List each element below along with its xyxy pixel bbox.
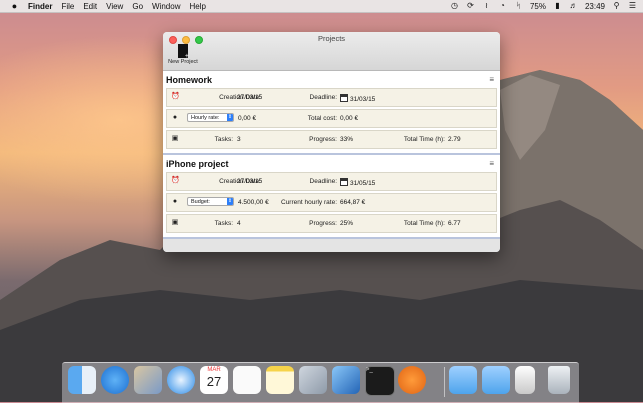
battery-icon[interactable]: ▮: [553, 2, 562, 10]
total-time-label: Total Time (h):: [403, 220, 445, 227]
calendar-icon[interactable]: [340, 178, 348, 186]
calendar-day: 27: [206, 374, 222, 389]
projects-list: Homework ≡ ⏰ Creation Date: 27/03/15 Dea…: [163, 71, 500, 252]
total-cost-label: Total cost:: [307, 115, 337, 122]
tasks-value: 4: [237, 220, 241, 227]
folder-icon[interactable]: [449, 366, 477, 394]
tasks-value: 3: [237, 136, 241, 143]
total-cost-value: 0,00 €: [340, 115, 359, 122]
sync-icon[interactable]: ⟳: [466, 2, 475, 10]
tasks-label: Tasks:: [214, 136, 233, 143]
apple-menu-icon[interactable]: ●: [10, 1, 19, 11]
projects-window: Projects + New Project Homework ≡ ⏰ Crea…: [163, 32, 500, 252]
trash-icon[interactable]: [548, 366, 570, 394]
safari-icon[interactable]: [167, 366, 195, 394]
calendar-icon[interactable]: MAR 27: [200, 366, 228, 394]
menu-bar: ● Finder File Edit View Go Window Help ◷…: [0, 0, 643, 13]
rate-value[interactable]: 4.500,00 €: [238, 199, 269, 206]
total-time-label: Total Time (h):: [403, 136, 445, 143]
menu-edit[interactable]: Edit: [83, 2, 97, 11]
project-card: iPhone project ≡ ⏰ Creation Date: 27/03/…: [163, 155, 500, 239]
creation-date-value: 27/03/15: [237, 178, 263, 185]
progress-value: 33%: [340, 136, 354, 143]
total-time-value: 6.77: [448, 220, 461, 227]
rate-type-select[interactable]: Hourly rate: ⇕: [187, 113, 234, 122]
money-row: ● Budget: ⇕ 4.500,00 € Current hourly ra…: [166, 193, 497, 212]
terminal-icon[interactable]: >_: [365, 366, 395, 396]
menu-app-name[interactable]: Finder: [28, 2, 52, 11]
deadline-label: Deadline:: [309, 94, 337, 101]
project-menu-icon[interactable]: ≡: [489, 75, 494, 84]
rate-type-value: Hourly rate:: [191, 115, 220, 121]
progress-label: Progress:: [309, 136, 337, 143]
tasks-icon: ▣: [171, 135, 179, 142]
stats-row: ▣ Tasks: 3 Progress: 33% Total Time (h):…: [166, 130, 497, 149]
project-card: Homework ≡ ⏰ Creation Date: 27/03/15 Dea…: [163, 71, 500, 155]
deadline-label: Deadline:: [309, 178, 337, 185]
tasks-label: Tasks:: [214, 220, 233, 227]
deadline-value: 31/05/15: [350, 180, 376, 187]
clock-time[interactable]: 23:49: [585, 2, 605, 11]
ibooks-icon[interactable]: [398, 366, 426, 394]
new-project-label: New Project: [168, 59, 198, 65]
bluetooth-icon[interactable]: ᛋ: [514, 2, 523, 10]
list-icon[interactable]: ☰: [628, 2, 637, 10]
chevron-updown-icon: ⇕: [227, 198, 233, 205]
menu-window[interactable]: Window: [152, 2, 180, 11]
alarm-clock-icon: ⏰: [171, 177, 180, 184]
money-icon: ●: [172, 114, 178, 121]
xcode-icon[interactable]: [332, 366, 360, 394]
dates-row: ⏰ Creation Date: 27/03/15 Deadline: 31/0…: [166, 172, 497, 191]
app-store-icon[interactable]: [101, 366, 129, 394]
battery-percent[interactable]: 75%: [530, 2, 546, 11]
alarm-clock-icon: ⏰: [171, 93, 180, 100]
preview-icon[interactable]: [134, 366, 162, 394]
dock-separator: [444, 367, 445, 397]
money-icon: ●: [172, 198, 178, 205]
time-machine-icon[interactable]: ◔: [498, 2, 507, 10]
window-title: Projects: [317, 34, 346, 43]
creation-date-value: 27/03/15: [237, 94, 263, 101]
rate-type-value: Budget:: [191, 199, 210, 205]
progress-value: 25%: [340, 220, 354, 227]
downloads-folder-icon[interactable]: [482, 366, 510, 394]
finder-icon[interactable]: [68, 366, 96, 394]
calendar-icon[interactable]: [340, 94, 348, 102]
project-menu-icon[interactable]: ≡: [489, 159, 494, 168]
current-hourly-rate-value: 664,87 €: [340, 199, 366, 206]
menu-help[interactable]: Help: [189, 2, 205, 11]
money-row: ● Hourly rate: ⇕ 0,00 € Total cost: 0,00…: [166, 109, 497, 128]
volume-icon[interactable]: ♬: [569, 2, 578, 10]
search-icon[interactable]: ⚲: [612, 2, 621, 10]
photos-icon[interactable]: [299, 366, 327, 394]
new-project-button[interactable]: + New Project: [166, 44, 200, 65]
notes-icon[interactable]: [266, 366, 294, 394]
deadline-field[interactable]: 31/05/15: [340, 178, 375, 187]
reminders-icon[interactable]: [233, 366, 261, 394]
window-titlebar[interactable]: Projects + New Project: [163, 32, 500, 71]
deadline-field[interactable]: 31/03/15: [340, 94, 375, 103]
calendar-month: MAR: [207, 367, 221, 373]
archive-icon[interactable]: [515, 366, 535, 394]
chevron-updown-icon: ⇕: [227, 114, 233, 121]
rate-value[interactable]: 0,00 €: [238, 115, 256, 122]
menu-file[interactable]: File: [61, 2, 74, 11]
progress-label: Progress:: [309, 220, 337, 227]
dates-row: ⏰ Creation Date: 27/03/15 Deadline: 31/0…: [166, 88, 497, 107]
dock: MAR 27 >_: [62, 362, 579, 403]
clock-icon[interactable]: ◷: [450, 2, 459, 10]
wifi-icon[interactable]: ≀: [482, 2, 491, 10]
new-document-icon: +: [178, 44, 189, 60]
project-name[interactable]: iPhone project: [166, 159, 229, 169]
menu-view[interactable]: View: [106, 2, 123, 11]
menu-go[interactable]: Go: [132, 2, 143, 11]
rate-type-select[interactable]: Budget: ⇕: [187, 197, 234, 206]
current-hourly-rate-label: Current hourly rate:: [281, 199, 337, 206]
stats-row: ▣ Tasks: 4 Progress: 25% Total Time (h):…: [166, 214, 497, 233]
deadline-value: 31/03/15: [350, 96, 376, 103]
project-name[interactable]: Homework: [166, 75, 212, 85]
tasks-icon: ▣: [171, 219, 179, 226]
total-time-value: 2.79: [448, 136, 461, 143]
